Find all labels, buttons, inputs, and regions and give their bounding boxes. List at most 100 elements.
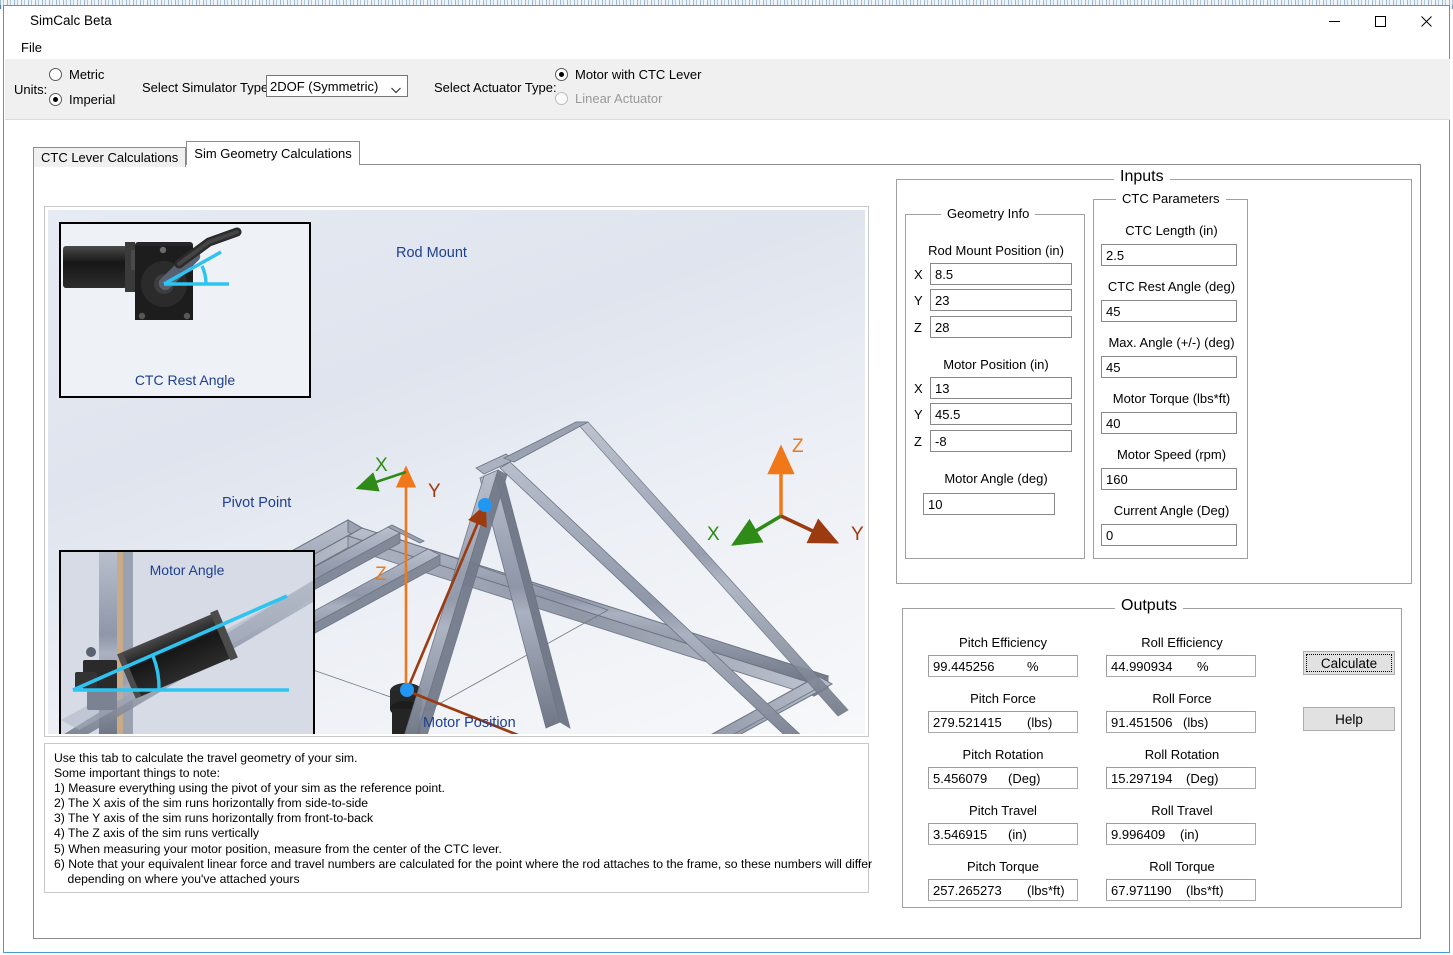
motor-position-y-input[interactable]	[930, 403, 1072, 425]
pitch-travel-value[interactable]	[928, 823, 1078, 845]
pitch-travel-unit: (in)	[1008, 827, 1027, 842]
pitch-efficiency-value[interactable]	[928, 655, 1078, 677]
close-icon[interactable]	[1403, 6, 1449, 36]
tab-ctc-lever-calculations[interactable]: CTC Lever Calculations	[33, 147, 187, 167]
radio-ctc-indicator	[555, 68, 568, 81]
calculate-button[interactable]: Calculate	[1303, 651, 1395, 675]
outputs-group-title: Outputs	[1115, 597, 1184, 615]
inset-caption-motor-angle: Motor Angle	[149, 562, 225, 578]
units-label: Units:	[14, 82, 48, 97]
simulator-type-select[interactable]: 2DOF (Symmetric)	[266, 75, 408, 97]
motor-position-label: Motor Position (in)	[943, 357, 1049, 372]
radio-units-metric[interactable]: Metric	[49, 67, 104, 82]
rod-mount-z-axis-label: Z	[914, 320, 922, 335]
ctc-length-input[interactable]	[1101, 244, 1237, 266]
radio-metric-indicator	[49, 68, 62, 81]
notes-line-2: Some important things to note:	[54, 766, 220, 781]
window-title: SimCalc Beta	[30, 13, 112, 28]
notes-line-5: 3) The Y axis of the sim runs horizontal…	[54, 811, 374, 826]
help-button[interactable]: Help	[1303, 707, 1395, 731]
pitch-torque-label: Pitch Torque	[966, 859, 1040, 874]
radio-units-imperial[interactable]: Imperial	[49, 92, 115, 107]
maximize-icon[interactable]	[1357, 6, 1403, 36]
radio-actuator-ctc[interactable]: Motor with CTC Lever	[555, 67, 701, 82]
inputs-group-title: Inputs	[1114, 168, 1170, 186]
notes-line-6: 4) The Z axis of the sim runs vertically	[54, 826, 259, 841]
motor-position-x-input[interactable]	[930, 377, 1072, 399]
window-controls	[1311, 6, 1449, 36]
roll-torque-value[interactable]	[1106, 879, 1256, 901]
notes-line-1: Use this tab to calculate the travel geo…	[54, 751, 358, 765]
pitch-efficiency-label: Pitch Efficiency	[959, 635, 1047, 650]
roll-rotation-label: Roll Rotation	[1144, 747, 1220, 762]
roll-rotation-value[interactable]	[1106, 767, 1256, 789]
radio-metric-label: Metric	[69, 67, 105, 82]
rod-mount-y-input[interactable]	[930, 289, 1072, 311]
radio-ctc-label: Motor with CTC Lever	[575, 67, 702, 82]
roll-travel-label: Roll Travel	[1151, 803, 1213, 818]
minimize-icon[interactable]	[1311, 6, 1357, 36]
roll-force-value[interactable]	[1106, 711, 1256, 733]
axis-label-x-rodmount: X	[375, 455, 388, 476]
axis-label-y-rodmount: Y	[428, 481, 441, 502]
roll-efficiency-label: Roll Efficiency	[1141, 635, 1223, 650]
notes-line-7: 5) When measuring your motor position, m…	[54, 841, 502, 856]
ctc-parameters-group: CTC Parameters CTC Length (in) CTC Rest …	[1093, 191, 1248, 559]
menu-file[interactable]: File	[15, 38, 48, 57]
motor-angle-label: Motor Angle (deg)	[944, 471, 1048, 486]
pitch-rotation-label: Pitch Rotation	[962, 747, 1044, 762]
current-angle-label: Current Angle (Deg)	[1113, 503, 1230, 518]
inset-ctc-rest-angle: CTC Rest Angle	[59, 222, 311, 398]
roll-torque-unit: (lbs*ft)	[1186, 883, 1224, 898]
pitch-force-unit: (lbs)	[1027, 715, 1053, 730]
roll-travel-unit: (in)	[1180, 827, 1199, 842]
inset-caption-ctc-rest-angle: CTC Rest Angle	[134, 372, 236, 388]
radio-linear-label: Linear Actuator	[575, 91, 663, 106]
motor-position-x-axis-label: X	[914, 381, 923, 396]
motor-position-z-input[interactable]	[930, 430, 1072, 452]
notes-line-8: 6) Note that your equivalent linear forc…	[54, 856, 873, 871]
ctc-parameters-title: CTC Parameters	[1116, 191, 1226, 206]
simulator-type-label: Select Simulator Type:	[142, 80, 272, 95]
geometry-info-title: Geometry Info	[941, 206, 1036, 221]
rod-mount-x-input[interactable]	[930, 263, 1072, 285]
axis-label-x-triad: X	[707, 524, 720, 545]
diagram-label-motor-position: Motor Position	[423, 715, 516, 731]
inputs-group: Inputs Geometry Info Rod Mount Position …	[896, 168, 1412, 584]
rod-mount-y-axis-label: Y	[914, 293, 923, 308]
simulator-type-dropdown[interactable]: 2DOF (Symmetric)	[266, 75, 408, 97]
roll-efficiency-value[interactable]	[1106, 655, 1256, 677]
rod-mount-z-input[interactable]	[930, 316, 1072, 338]
pitch-force-value[interactable]	[928, 711, 1078, 733]
motor-torque-input[interactable]	[1101, 412, 1237, 434]
diagram-panel: Z X Y X Y Z Y X Z Rod Mount Pivot Point	[44, 206, 869, 737]
rod-mount-x-axis-label: X	[914, 267, 923, 282]
options-toolbar: Units: Metric Imperial Select Simulator …	[5, 59, 1450, 120]
notes-line-4: 2) The X axis of the sim runs horizontal…	[54, 796, 369, 811]
axis-label-z-pivot: Z	[375, 564, 387, 585]
menu-bar: File	[4, 36, 1449, 58]
outputs-group: Outputs Pitch Efficiency % Pitch Force (…	[902, 597, 1402, 908]
motor-speed-input[interactable]	[1101, 468, 1237, 490]
roll-torque-label: Roll Torque	[1149, 859, 1215, 874]
ctc-length-label: CTC Length (in)	[1125, 223, 1218, 238]
axis-label-y-triad: Y	[851, 524, 864, 545]
max-angle-input[interactable]	[1101, 356, 1237, 378]
title-bar: SimCalc Beta	[4, 6, 1449, 36]
motor-angle-input[interactable]	[923, 493, 1055, 515]
roll-force-label: Roll Force	[1152, 691, 1212, 706]
pitch-rotation-unit: (Deg)	[1008, 771, 1041, 786]
ctc-rest-angle-input[interactable]	[1101, 300, 1237, 322]
application-window: SimCalc Beta File Units: Metric Imperial…	[0, 0, 1453, 955]
current-angle-input[interactable]	[1101, 524, 1237, 546]
tab-sim-geometry-calculations[interactable]: Sim Geometry Calculations	[186, 141, 360, 165]
tab-strip: CTC Lever Calculations Sim Geometry Calc…	[33, 141, 360, 167]
pitch-travel-label: Pitch Travel	[969, 803, 1037, 818]
sim-geometry-diagram: Z X Y X Y Z Y X Z Rod Mount Pivot Point	[48, 210, 865, 734]
notes-line-3: 1) Measure everything using the pivot of…	[54, 781, 445, 796]
pitch-rotation-value[interactable]	[928, 767, 1078, 789]
actuator-type-label: Select Actuator Type:	[434, 80, 557, 95]
roll-efficiency-unit: %	[1197, 659, 1209, 674]
notes-panel: Use this tab to calculate the travel geo…	[44, 743, 873, 893]
motor-torque-label: Motor Torque (lbs*ft)	[1112, 391, 1231, 406]
